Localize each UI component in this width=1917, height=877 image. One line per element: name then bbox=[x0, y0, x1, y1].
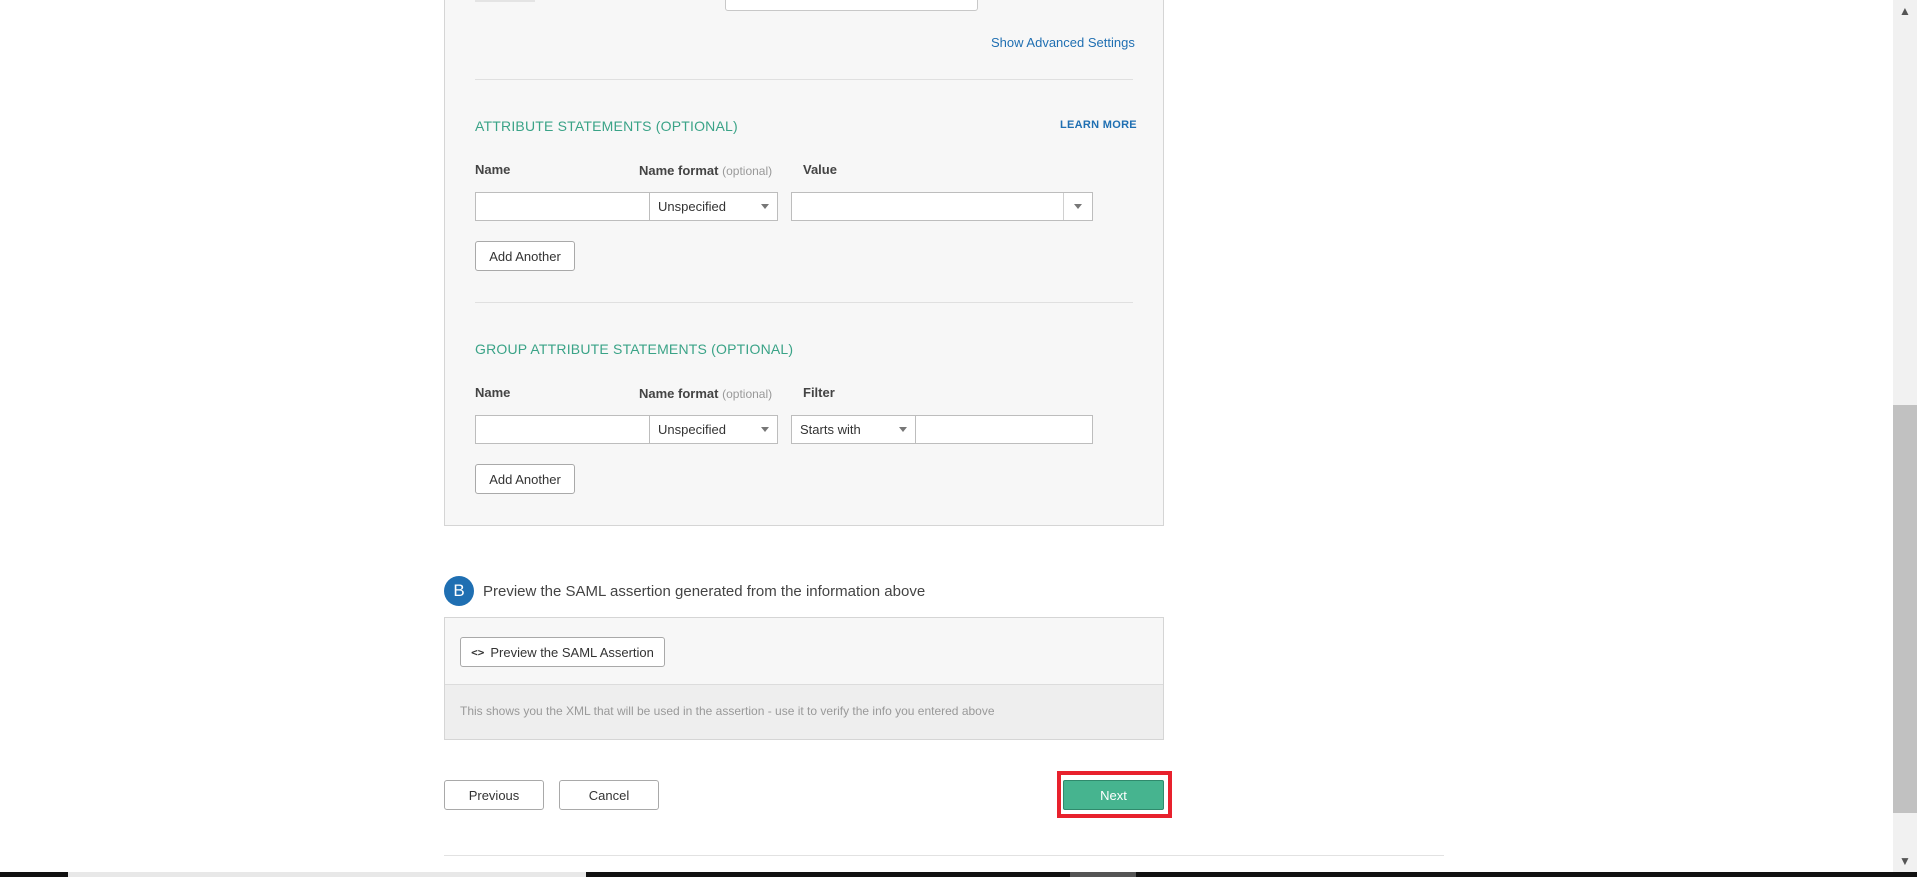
attr-name-format-select[interactable]: Unspecified bbox=[649, 192, 778, 221]
scroll-up-arrow-icon[interactable]: ▲ bbox=[1893, 2, 1917, 20]
attr-add-another-button[interactable]: Add Another bbox=[475, 241, 575, 271]
attr-name-format-value: Unspecified bbox=[658, 199, 726, 214]
attr-value-dropdown-toggle[interactable] bbox=[1063, 193, 1092, 220]
chevron-down-icon bbox=[761, 427, 769, 432]
cancel-button[interactable]: Cancel bbox=[559, 780, 659, 810]
chevron-down-icon bbox=[899, 427, 907, 432]
scrollbar-thumb[interactable] bbox=[1893, 405, 1917, 813]
footer-divider bbox=[444, 855, 1444, 856]
group-name-label: Name bbox=[475, 385, 511, 400]
taskbar-segment bbox=[1070, 872, 1136, 877]
group-name-format-hint: (optional) bbox=[722, 387, 773, 401]
attr-name-format-text: Name format bbox=[639, 163, 719, 178]
group-name-format-value: Unspecified bbox=[658, 422, 726, 437]
group-attribute-statements-title: GROUP ATTRIBUTE STATEMENTS (OPTIONAL) bbox=[475, 341, 794, 357]
attribute-statements-title: ATTRIBUTE STATEMENTS (OPTIONAL) bbox=[475, 118, 738, 134]
attr-name-format-label: Name format (optional) bbox=[639, 163, 772, 178]
group-filter-value: Starts with bbox=[800, 422, 861, 437]
partial-field-label bbox=[475, 0, 535, 2]
scroll-down-arrow-icon[interactable]: ▼ bbox=[1893, 852, 1917, 870]
previous-button[interactable]: Previous bbox=[444, 780, 544, 810]
preview-saml-assertion-button[interactable]: <> Preview the SAML Assertion bbox=[460, 637, 665, 667]
taskbar-segment bbox=[68, 872, 586, 877]
attr-value-combobox[interactable] bbox=[791, 192, 1093, 221]
attr-name-input[interactable] bbox=[475, 192, 650, 221]
attr-value-label: Value bbox=[803, 162, 837, 177]
divider bbox=[475, 79, 1133, 80]
group-filter-input[interactable] bbox=[915, 415, 1093, 444]
group-filter-label: Filter bbox=[803, 385, 835, 400]
preview-saml-assertion-label: Preview the SAML Assertion bbox=[490, 644, 654, 660]
next-button[interactable]: Next bbox=[1063, 780, 1164, 810]
attr-name-format-hint: (optional) bbox=[722, 164, 773, 178]
step-b-instruction: Preview the SAML assertion generated fro… bbox=[483, 583, 926, 600]
learn-more-link[interactable]: LEARN MORE bbox=[1060, 119, 1137, 131]
step-b-badge: B bbox=[444, 576, 474, 606]
group-name-input[interactable] bbox=[475, 415, 650, 444]
group-add-another-button[interactable]: Add Another bbox=[475, 464, 575, 494]
group-name-format-label: Name format (optional) bbox=[639, 386, 772, 401]
attr-name-label: Name bbox=[475, 162, 511, 177]
preview-hint-text: This shows you the XML that will be used… bbox=[460, 704, 995, 718]
chevron-down-icon bbox=[1074, 204, 1082, 209]
group-name-format-select[interactable]: Unspecified bbox=[649, 415, 778, 444]
divider bbox=[475, 302, 1133, 303]
group-filter-select[interactable]: Starts with bbox=[791, 415, 916, 444]
show-advanced-settings-link[interactable]: Show Advanced Settings bbox=[991, 35, 1135, 50]
group-name-format-text: Name format bbox=[639, 386, 719, 401]
chevron-down-icon bbox=[761, 204, 769, 209]
code-brackets-icon: <> bbox=[471, 645, 485, 659]
partial-top-input[interactable] bbox=[725, 0, 978, 11]
